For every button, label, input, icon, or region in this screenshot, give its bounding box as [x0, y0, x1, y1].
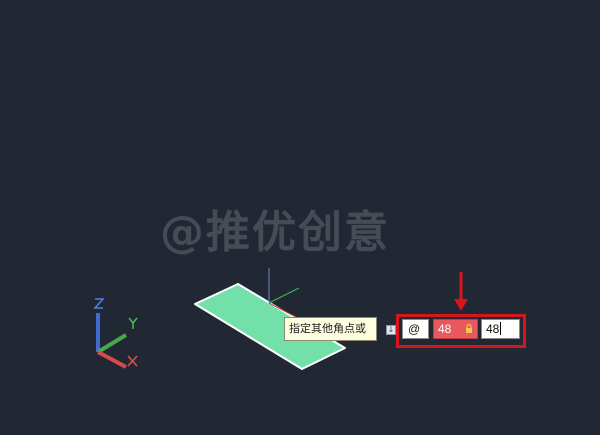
y-distance-value: 48 [486, 322, 500, 336]
red-arrow-icon [454, 272, 468, 311]
command-tool-icon[interactable]: ↓ [386, 325, 396, 335]
ucs-axis-icon [93, 298, 138, 369]
ucs-z-label [93, 298, 105, 309]
x-distance-value: 48 [438, 322, 452, 336]
ucs-y-label [128, 317, 138, 329]
lock-icon[interactable] [465, 324, 473, 334]
command-prompt-tooltip: 指定其他角点或 [284, 317, 377, 341]
y-distance-input[interactable]: 48 [481, 319, 520, 339]
scene-graphics [93, 268, 468, 370]
text-caret [500, 322, 502, 335]
ucs-x-label [127, 355, 138, 367]
relative-coordinate-field[interactable]: @ [402, 319, 429, 339]
drawing-canvas[interactable]: @推优创意 指定其他角点或 ↓ @ 48 48 [0, 0, 600, 435]
